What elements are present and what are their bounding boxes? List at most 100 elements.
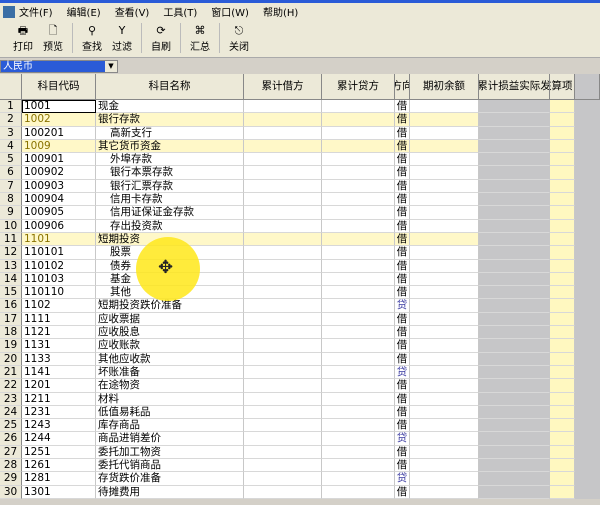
direction-cell[interactable]: 借 <box>395 339 410 353</box>
direction-cell[interactable]: 借 <box>395 100 410 114</box>
column-header[interactable]: 本年累计损益实际发生额 <box>479 74 550 100</box>
accounting-item-cell[interactable] <box>550 365 575 380</box>
account-code-cell[interactable]: 1001 <box>22 100 96 114</box>
accounting-item-cell[interactable] <box>550 326 575 340</box>
row-number[interactable]: 30 <box>0 485 22 499</box>
debit-total-cell[interactable] <box>244 445 322 460</box>
debit-total-cell[interactable] <box>244 179 322 194</box>
account-code-cell[interactable]: 1111 <box>22 312 96 327</box>
column-header[interactable]: 期初余额 <box>410 74 479 100</box>
accounting-item-cell[interactable] <box>550 153 575 167</box>
table-row[interactable]: 2 1002 银行存款 借 <box>0 113 600 127</box>
table-row[interactable]: 28 1261 委托代销商品 借 <box>0 459 600 473</box>
account-name-cell[interactable]: 委托加工物资 <box>96 445 244 460</box>
credit-total-cell[interactable] <box>322 272 395 287</box>
opening-balance-cell[interactable] <box>410 365 479 380</box>
row-number[interactable]: 5 <box>0 153 22 167</box>
table-row[interactable]: 30 1301 待摊费用 借 <box>0 485 600 499</box>
credit-total-cell[interactable] <box>322 179 395 194</box>
account-code-cell[interactable]: 1131 <box>22 339 96 353</box>
direction-cell[interactable]: 贷 <box>395 299 410 313</box>
account-code-cell[interactable]: 110110 <box>22 286 96 300</box>
credit-total-cell[interactable] <box>322 286 395 300</box>
table-row[interactable]: 23 1211 材料 借 <box>0 392 600 406</box>
row-number[interactable]: 9 <box>0 206 22 220</box>
credit-total-cell[interactable] <box>322 339 395 353</box>
account-code-cell[interactable]: 110102 <box>22 259 96 273</box>
toolbar-button-5[interactable]: ⌘ 汇总 <box>185 20 215 56</box>
account-name-cell[interactable]: 信用卡存款 <box>96 193 244 207</box>
account-name-cell[interactable]: 高新支行 <box>96 126 244 140</box>
opening-balance-cell[interactable] <box>410 206 479 220</box>
accounting-item-cell[interactable] <box>550 113 575 127</box>
credit-total-cell[interactable] <box>322 459 395 473</box>
opening-balance-cell[interactable] <box>410 485 479 499</box>
direction-cell[interactable]: 借 <box>395 259 410 273</box>
debit-total-cell[interactable] <box>244 272 322 287</box>
account-code-cell[interactable]: 110101 <box>22 246 96 260</box>
credit-total-cell[interactable] <box>322 352 395 366</box>
debit-total-cell[interactable] <box>244 219 322 233</box>
debit-total-cell[interactable] <box>244 100 322 114</box>
table-row[interactable]: 15 110110 其他 借 <box>0 286 600 300</box>
debit-total-cell[interactable] <box>244 259 322 273</box>
credit-total-cell[interactable] <box>322 472 395 486</box>
account-name-cell[interactable]: 在途物资 <box>96 379 244 393</box>
accounting-item-cell[interactable] <box>550 100 575 114</box>
direction-cell[interactable]: 借 <box>395 139 410 154</box>
accounting-item-cell[interactable] <box>550 139 575 154</box>
account-name-cell[interactable]: 坏账准备 <box>96 365 244 380</box>
row-number[interactable]: 3 <box>0 126 22 140</box>
opening-balance-cell[interactable] <box>410 459 479 473</box>
menu-item[interactable]: 编辑(E) <box>67 4 101 19</box>
column-header[interactable]: 累计借方 <box>244 74 322 100</box>
direction-cell[interactable]: 借 <box>395 392 410 406</box>
debit-total-cell[interactable] <box>244 312 322 327</box>
row-number[interactable]: 7 <box>0 179 22 194</box>
opening-balance-cell[interactable] <box>410 100 479 114</box>
direction-cell[interactable]: 借 <box>395 232 410 247</box>
table-row[interactable]: 17 1111 应收票据 借 <box>0 312 600 327</box>
table-row[interactable]: 9 100905 信用证保证金存款 借 <box>0 206 600 220</box>
table-row[interactable]: 25 1243 库存商品 借 <box>0 419 600 433</box>
accounting-item-cell[interactable] <box>550 379 575 393</box>
debit-total-cell[interactable] <box>244 352 322 366</box>
credit-total-cell[interactable] <box>322 392 395 406</box>
accounting-item-cell[interactable] <box>550 352 575 366</box>
account-code-cell[interactable]: 1301 <box>22 485 96 499</box>
account-name-cell[interactable]: 信用证保证金存款 <box>96 206 244 220</box>
opening-balance-cell[interactable] <box>410 166 479 180</box>
account-code-cell[interactable]: 100904 <box>22 193 96 207</box>
accounting-item-cell[interactable] <box>550 392 575 406</box>
row-number[interactable]: 4 <box>0 139 22 154</box>
row-number[interactable]: 26 <box>0 432 22 446</box>
account-code-cell[interactable]: 100903 <box>22 179 96 194</box>
toolbar-button-1[interactable]: 🗋 预览 <box>38 20 68 56</box>
table-row[interactable]: 12 110101 股票 借 <box>0 246 600 260</box>
accounting-item-cell[interactable] <box>550 312 575 327</box>
opening-balance-cell[interactable] <box>410 392 479 406</box>
account-code-cell[interactable]: 1231 <box>22 405 96 420</box>
direction-cell[interactable]: 借 <box>395 246 410 260</box>
row-number[interactable]: 12 <box>0 246 22 260</box>
table-row[interactable]: 6 100902 银行本票存款 借 <box>0 166 600 180</box>
accounting-item-cell[interactable] <box>550 259 575 273</box>
table-row[interactable]: 1 1001 现金 借 <box>0 100 600 114</box>
debit-total-cell[interactable] <box>244 339 322 353</box>
direction-cell[interactable]: 贷 <box>395 472 410 486</box>
credit-total-cell[interactable] <box>322 166 395 180</box>
row-number[interactable]: 24 <box>0 405 22 420</box>
debit-total-cell[interactable] <box>244 432 322 446</box>
menu-item[interactable]: 工具(T) <box>163 4 197 19</box>
table-row[interactable]: 3 100201 高新支行 借 <box>0 126 600 140</box>
debit-total-cell[interactable] <box>244 193 322 207</box>
accounting-item-cell[interactable] <box>550 232 575 247</box>
accounting-item-cell[interactable] <box>550 246 575 260</box>
row-number[interactable]: 28 <box>0 459 22 473</box>
opening-balance-cell[interactable] <box>410 312 479 327</box>
credit-total-cell[interactable] <box>322 206 395 220</box>
direction-cell[interactable]: 借 <box>395 352 410 366</box>
opening-balance-cell[interactable] <box>410 219 479 233</box>
account-code-cell[interactable]: 1009 <box>22 139 96 154</box>
accounting-item-cell[interactable] <box>550 206 575 220</box>
